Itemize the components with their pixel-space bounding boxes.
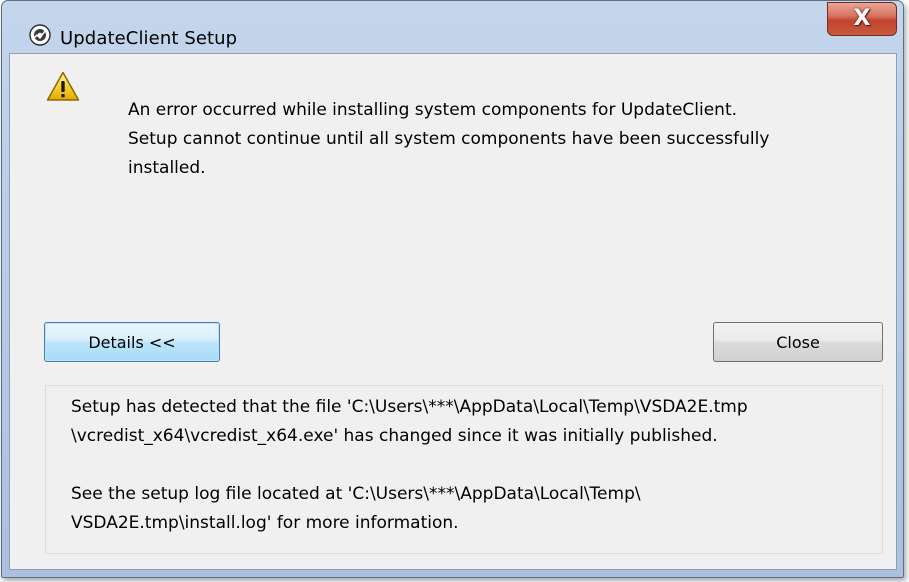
close-button[interactable]: Close bbox=[713, 322, 883, 362]
warning-icon bbox=[46, 71, 80, 101]
details-line: Setup has detected that the file 'C:\Use… bbox=[71, 397, 748, 417]
setup-dialog-window: UpdateClient Setup X An error occurred w… bbox=[1, 0, 904, 578]
error-message: An error occurred while installing syste… bbox=[128, 96, 868, 183]
details-line: See the setup log file located at 'C:\Us… bbox=[71, 484, 641, 504]
setup-disc-icon bbox=[29, 24, 51, 46]
title-bar[interactable]: UpdateClient Setup X bbox=[2, 1, 903, 53]
message-line: An error occurred while installing syste… bbox=[128, 100, 738, 120]
window-title: UpdateClient Setup bbox=[60, 28, 238, 49]
dialog-content: An error occurred while installing syste… bbox=[9, 53, 897, 570]
details-line: \vcredist_x64\vcredist_x64.exe' has chan… bbox=[71, 426, 718, 446]
window-close-button[interactable]: X bbox=[827, 2, 897, 36]
details-line: VSDA2E.tmp\install.log' for more informa… bbox=[71, 513, 459, 533]
details-toggle-button[interactable]: Details << bbox=[44, 322, 220, 362]
message-line: installed. bbox=[128, 158, 206, 178]
message-line: Setup cannot continue until all system c… bbox=[128, 129, 770, 149]
close-icon: X bbox=[853, 6, 871, 31]
details-panel: Setup has detected that the file 'C:\Use… bbox=[45, 385, 883, 554]
